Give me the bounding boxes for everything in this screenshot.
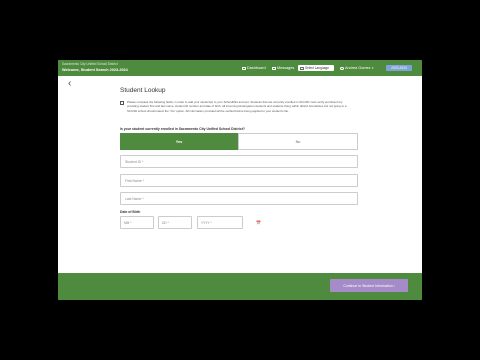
globe-icon: [300, 66, 304, 70]
dashboard-icon: [242, 66, 246, 70]
dob-year-field[interactable]: YYYY *: [197, 216, 243, 229]
district-name: Sacramento City Unified School District: [62, 62, 118, 66]
message-icon: [272, 66, 276, 70]
back-arrow-icon[interactable]: ‹: [68, 79, 71, 89]
dob-month-field[interactable]: MM *: [120, 216, 154, 229]
calendar-icon[interactable]: 📅: [256, 220, 261, 225]
enrollment-toggle: Yes No: [120, 133, 358, 150]
yes-option[interactable]: Yes: [120, 133, 238, 150]
language-select[interactable]: Select Language: [298, 65, 334, 71]
school-year-button[interactable]: 2023-2024: [386, 65, 412, 71]
intro-text: Please complete the following fields, in…: [127, 100, 347, 113]
enrollment-question: Is your student currently enrolled in Sa…: [120, 127, 245, 131]
last-name-field[interactable]: Last Name *: [120, 192, 358, 205]
intro-notice: Please complete the following fields, in…: [120, 100, 352, 113]
no-option[interactable]: No: [238, 133, 358, 150]
student-id-field[interactable]: Student ID *: [120, 155, 358, 168]
chevron-down-icon: ▾: [372, 66, 374, 70]
account-name: Andrea Gomez: [345, 66, 371, 70]
account-menu[interactable]: Andrea Gomez ▾: [340, 66, 374, 70]
messages-label: Messages: [277, 66, 295, 70]
dob-label: Date of Birth: [120, 210, 141, 214]
school-year-label: 2023-2024: [391, 66, 407, 70]
user-icon: [340, 66, 344, 70]
continue-button[interactable]: Continue to Student Information ›: [330, 279, 408, 292]
welcome-title: Welcome, Student Search 2023-2024: [62, 68, 128, 72]
top-header: Sacramento City Unified School District …: [58, 60, 422, 76]
language-label: Select Language: [305, 66, 329, 70]
page-title: Student Lookup: [120, 87, 166, 94]
dashboard-label: Dashboard: [247, 66, 266, 70]
first-name-field[interactable]: First Name *: [120, 174, 358, 187]
app-screen: Sacramento City Unified School District …: [58, 60, 422, 300]
info-icon: [120, 101, 124, 105]
dashboard-link[interactable]: Dashboard: [242, 66, 266, 70]
dob-day-field[interactable]: DD *: [158, 216, 192, 229]
messages-link[interactable]: Messages: [272, 66, 294, 70]
